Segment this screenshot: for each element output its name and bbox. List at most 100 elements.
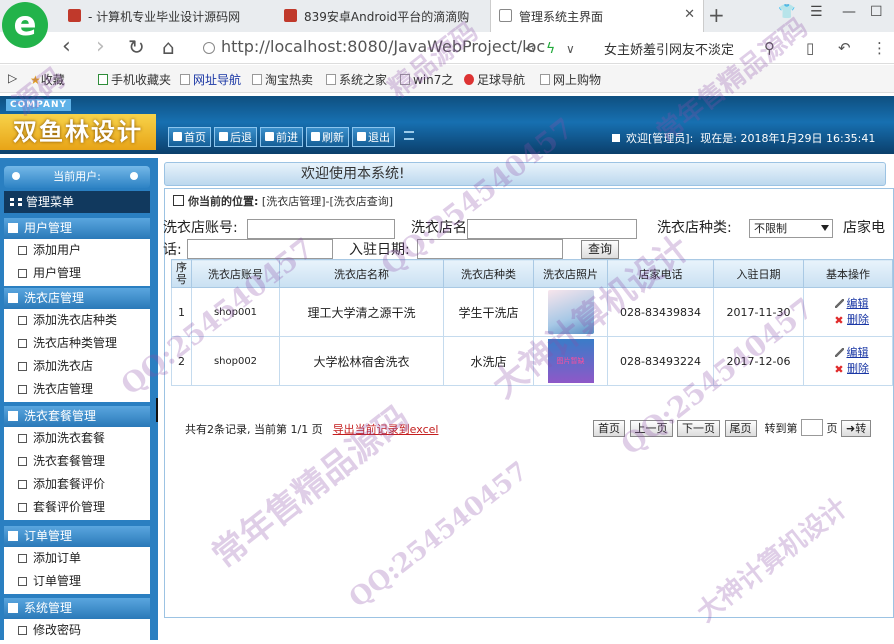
menu-icon[interactable]: ☰ xyxy=(810,4,823,20)
menu-item-add-order[interactable]: 添加订单 xyxy=(4,547,150,570)
cell-date: 2017-12-06 xyxy=(713,336,804,386)
edit-link[interactable]: 编辑 xyxy=(812,296,891,312)
doc-icon xyxy=(18,269,27,278)
page-icon xyxy=(326,74,336,85)
cell-no: 2 xyxy=(171,336,192,386)
bookmark-nav[interactable]: 网址导航 xyxy=(180,71,241,88)
browser-tab-active[interactable]: 管理系统主界面 ✕ xyxy=(490,0,704,32)
menu-item-add-review[interactable]: 添加套餐评价 xyxy=(4,473,150,496)
date-input[interactable] xyxy=(417,239,563,259)
edit-link[interactable]: 编辑 xyxy=(812,345,891,361)
bookmark-taobao[interactable]: 淘宝热卖 xyxy=(252,71,313,88)
name-input[interactable] xyxy=(467,219,637,239)
folder-icon xyxy=(8,603,18,613)
col-account[interactable]: 洗衣店账号 xyxy=(191,259,280,288)
refresh-button[interactable]: 刷新 xyxy=(306,127,349,147)
maximize-icon[interactable]: ☐ xyxy=(870,4,883,20)
page-number-input[interactable] xyxy=(801,419,823,436)
bookmark-favorites[interactable]: ★收藏 xyxy=(30,71,65,88)
menu-item-shop-type-manage[interactable]: 洗衣店种类管理 xyxy=(4,332,150,355)
shop-photo[interactable] xyxy=(547,290,594,334)
first-page-button[interactable]: 首页 xyxy=(593,420,625,437)
group-header[interactable]: 用户管理 xyxy=(4,218,150,239)
bookmark-xtzj[interactable]: 系统之家 xyxy=(326,71,387,88)
account-input[interactable] xyxy=(247,219,395,239)
browser-tab-2[interactable]: 839安卓Android平台的滴滴购 xyxy=(276,0,490,32)
arrow-left-icon xyxy=(219,132,228,141)
page-icon xyxy=(400,74,410,85)
last-page-button[interactable]: 尾页 xyxy=(724,420,757,437)
share-icon[interactable]: ⋖ xyxy=(524,36,536,62)
group-header[interactable]: 系统管理 xyxy=(4,598,150,619)
delete-link[interactable]: ✖ 删除 xyxy=(812,312,891,328)
bookmark-win7[interactable]: win7之 xyxy=(400,71,453,88)
phone-input[interactable] xyxy=(187,239,333,259)
query-button[interactable]: 查询 xyxy=(581,240,620,259)
home-button[interactable]: 首页 xyxy=(168,127,211,147)
group-header[interactable]: 洗衣店管理 xyxy=(4,288,150,309)
menu-item-change-password[interactable]: 修改密码 xyxy=(4,619,150,642)
square-icon xyxy=(612,134,620,142)
cell-phone: 028-83439834 xyxy=(607,287,714,337)
menu-item-add-shop[interactable]: 添加洗衣店 xyxy=(4,355,150,378)
col-no[interactable]: 序号 xyxy=(171,259,192,288)
minimize-icon[interactable]: — xyxy=(842,4,856,20)
browser-tab-1[interactable]: - 计算机专业毕业设计源码网 xyxy=(60,0,276,32)
menu-item-add-shop-type[interactable]: 添加洗衣店种类 xyxy=(4,309,150,332)
go-button[interactable]: ➜转 xyxy=(841,420,872,437)
prev-page-button[interactable]: 上一页 xyxy=(629,420,673,437)
search-form: 洗衣店账号: 洗衣店名称: 洗衣店种类: 不限制 店家电 话: 入驻日期: 查询 xyxy=(163,215,894,259)
home-icon[interactable]: ⌂ xyxy=(162,34,175,60)
menu-item-package-manage[interactable]: 洗衣套餐管理 xyxy=(4,450,150,473)
delete-link[interactable]: ✖ 删除 xyxy=(812,361,891,377)
menu-item-add-package[interactable]: 添加洗衣套餐 xyxy=(4,427,150,450)
next-page-button[interactable]: 下一页 xyxy=(677,420,720,437)
menu-item-order-manage[interactable]: 订单管理 xyxy=(4,570,150,593)
forward-button[interactable]: 前进 xyxy=(260,127,303,147)
pin-icon xyxy=(12,172,20,180)
new-tab-button[interactable]: + xyxy=(708,3,725,27)
back-icon[interactable]: ‹ xyxy=(62,34,71,60)
shop-photo-placeholder[interactable]: 图片暂缺 xyxy=(547,339,594,383)
doc-icon xyxy=(18,385,27,394)
group-header[interactable]: 订单管理 xyxy=(4,526,150,547)
type-select[interactable]: 不限制 xyxy=(749,219,833,238)
close-tab-icon[interactable]: ✕ xyxy=(684,7,695,22)
shirt-icon[interactable]: 👕 xyxy=(778,4,795,20)
search-icon[interactable]: ⚲ xyxy=(764,35,775,61)
logout-button[interactable]: 退出 xyxy=(352,127,395,147)
browser-logo-icon[interactable]: e xyxy=(2,2,48,48)
shop-table: 序号 洗衣店账号 洗衣店名称 洗衣店种类 洗衣店照片 店家电话 入驻日期 基本操… xyxy=(171,259,893,386)
menu-item-add-user[interactable]: 添加用户 xyxy=(4,239,150,262)
hot-search-text[interactable]: 女主娇羞引网友不淡定 xyxy=(604,39,734,58)
site-favicon-icon xyxy=(284,9,297,22)
mobile-icon[interactable]: ▯ xyxy=(806,35,814,61)
col-name[interactable]: 洗衣店名称 xyxy=(279,259,444,288)
lightning-icon[interactable]: ϟ xyxy=(546,36,555,62)
dropdown-chevron-icon[interactable]: ∨ xyxy=(566,36,575,62)
forward-icon[interactable]: › xyxy=(96,34,105,60)
more-icon[interactable]: ⋮ xyxy=(872,35,887,61)
col-type[interactable]: 洗衣店种类 xyxy=(443,259,534,288)
bookmark-football[interactable]: 足球导航 xyxy=(464,71,525,88)
back-button[interactable]: 后退 xyxy=(214,127,257,147)
doc-icon xyxy=(18,480,27,489)
export-excel-link[interactable]: 导出当前记录到excel xyxy=(333,423,439,436)
menu-item-review-manage[interactable]: 套餐评价管理 xyxy=(4,496,150,519)
col-date[interactable]: 入驻日期 xyxy=(713,259,804,288)
group-header[interactable]: 洗衣套餐管理 xyxy=(4,406,150,427)
bookmark-mobile[interactable]: 手机收藏夹 xyxy=(98,71,171,88)
col-ops[interactable]: 基本操作 xyxy=(803,259,893,288)
bookmark-toggle-icon[interactable]: ▷ xyxy=(8,71,17,85)
reload-icon[interactable]: ↻ xyxy=(128,34,145,60)
current-user-bar: 当前用户: xyxy=(4,166,150,188)
menu-item-user-manage[interactable]: 用户管理 xyxy=(4,262,150,285)
welcome-user: 欢迎[管理员]: xyxy=(626,132,694,145)
football-icon xyxy=(464,74,474,85)
menu-title: 管理菜单 xyxy=(4,191,150,213)
col-phone[interactable]: 店家电话 xyxy=(607,259,714,288)
col-photo[interactable]: 洗衣店照片 xyxy=(533,259,608,288)
menu-item-shop-manage[interactable]: 洗衣店管理 xyxy=(4,378,150,401)
undo-icon[interactable]: ↶ xyxy=(838,35,851,61)
bookmark-shopping[interactable]: 网上购物 xyxy=(540,71,601,88)
